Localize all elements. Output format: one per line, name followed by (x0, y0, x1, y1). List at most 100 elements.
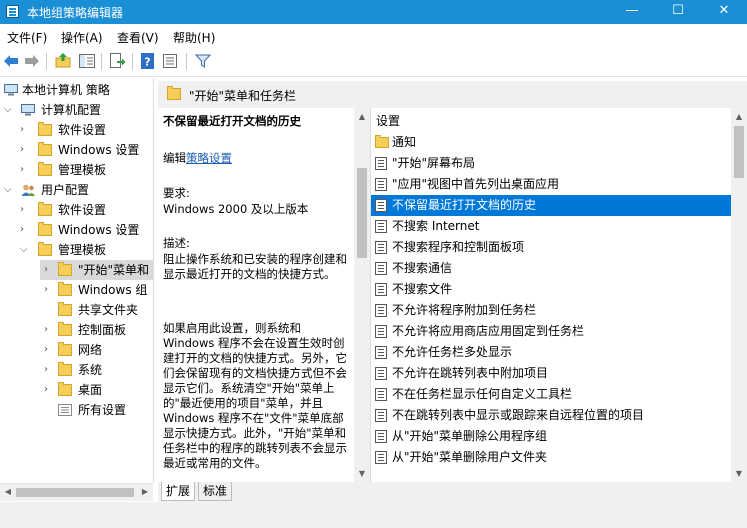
policy-setting-icon (375, 451, 387, 464)
list-item[interactable]: 不允许将程序附加到任务栏 (371, 300, 732, 321)
tree-label: 系统 (78, 363, 103, 377)
tree-pane: 本地计算机 策略 ⌵ 计算机配置 › 软件设置 › Windows 设置 › 管… (0, 78, 154, 483)
properties-icon[interactable] (161, 52, 179, 70)
chevron-right-icon[interactable]: › (44, 360, 54, 380)
list-item-label: 不搜索 Internet (392, 219, 480, 233)
tree-horizontal-scrollbar[interactable]: ◀ ▶ (0, 483, 153, 501)
folder-icon (167, 86, 181, 100)
up-folder-icon[interactable] (54, 52, 72, 70)
help-icon[interactable]: ? (139, 52, 157, 70)
list-item[interactable]: 不允许在跳转列表中附加项目 (371, 363, 732, 384)
window-title: 本地组策略编辑器 (27, 6, 124, 20)
tree-label: 计算机配置 (41, 103, 102, 117)
scroll-thumb[interactable] (16, 488, 134, 497)
computer-icon (21, 104, 35, 116)
policy-setting-icon (375, 388, 387, 401)
list-item-label: 不搜索文件 (392, 282, 453, 296)
policy-title: 不保留最近打开文档的历史 (163, 114, 301, 128)
chevron-right-icon[interactable]: › (20, 220, 30, 240)
export-list-icon[interactable] (108, 52, 126, 70)
tree-item-start-menu[interactable]: › "开始"菜单和 (40, 260, 153, 280)
tree-label: 软件设置 (58, 203, 107, 217)
menu-file[interactable]: 文件(F) (7, 29, 47, 46)
list-item[interactable]: 不允许任务栏多处显示 (371, 342, 732, 363)
tree-label: Windows 设置 (58, 223, 140, 237)
user-icon (21, 184, 35, 196)
policy-setting-icon (375, 346, 387, 359)
tree-label: 用户配置 (41, 183, 90, 197)
close-button[interactable]: ✕ (701, 0, 747, 24)
list-item[interactable]: 不搜索 Internet (371, 216, 732, 237)
edit-prefix: 编辑 (163, 151, 186, 165)
chevron-right-icon[interactable]: › (44, 340, 54, 360)
folder-icon (38, 222, 52, 236)
menu-action[interactable]: 操作(A) (61, 29, 103, 46)
scroll-thumb[interactable] (734, 126, 744, 178)
settings-list: ˄ 设置 通知 "开始"屏幕布局 "应用"视图中首先列出桌面应用 不保留最近打开… (370, 108, 732, 482)
list-item-folder[interactable]: 通知 (371, 132, 732, 153)
scroll-down-icon[interactable]: ▼ (731, 469, 747, 478)
filter-icon[interactable] (194, 52, 212, 70)
list-item[interactable]: 从"开始"菜单删除公用程序组 (371, 426, 732, 447)
list-item[interactable]: 不在任务栏显示任何自定义工具栏 (371, 384, 732, 405)
scroll-thumb[interactable] (357, 168, 367, 258)
menu-view[interactable]: 查看(V) (117, 29, 159, 46)
list-item[interactable]: 不搜索通信 (371, 258, 732, 279)
column-header-label: 设置 (376, 114, 401, 128)
list-item-label: 不在跳转列表中显示或跟踪来自远程位置的项目 (392, 408, 645, 422)
tree-label: Windows 组 (78, 283, 148, 297)
tab-standard[interactable]: 标准 (198, 482, 233, 501)
chevron-right-icon[interactable]: › (20, 140, 30, 160)
policy-setting-icon (375, 241, 387, 254)
tab-extended[interactable]: 扩展 (161, 482, 196, 501)
chevron-down-icon[interactable]: ⌵ (4, 100, 14, 120)
list-scrollbar[interactable]: ▲ ▼ (731, 108, 747, 482)
chevron-right-icon[interactable]: › (44, 280, 54, 300)
forward-arrow-icon[interactable] (23, 52, 41, 70)
scroll-down-icon[interactable]: ▼ (354, 469, 370, 478)
folder-icon (58, 302, 72, 316)
scroll-left-icon[interactable]: ◀ (0, 487, 16, 496)
chevron-right-icon[interactable]: › (20, 120, 30, 140)
chevron-down-icon[interactable]: ⌵ (20, 240, 30, 260)
show-hide-tree-icon[interactable] (78, 52, 96, 70)
edit-policy-link[interactable]: 策略设置 (186, 151, 232, 165)
maximize-button[interactable]: ☐ (655, 0, 701, 24)
chevron-right-icon[interactable]: › (44, 380, 54, 400)
folder-icon (58, 382, 72, 396)
back-arrow-icon[interactable] (2, 52, 20, 70)
all-settings-icon (58, 404, 72, 416)
chevron-right-icon[interactable]: › (44, 260, 54, 280)
list-item-selected[interactable]: 不保留最近打开文档的历史 (371, 195, 732, 216)
list-item-label: 不允许在跳转列表中附加项目 (392, 366, 549, 380)
list-item[interactable]: "应用"视图中首先列出桌面应用 (371, 174, 732, 195)
list-item[interactable]: 不在跳转列表中显示或跟踪来自远程位置的项目 (371, 405, 732, 426)
scroll-right-icon[interactable]: ▶ (137, 487, 153, 496)
folder-icon (38, 202, 52, 216)
list-item[interactable]: 不允许将应用商店应用固定到任务栏 (371, 321, 732, 342)
requirements-label: 要求: (163, 186, 190, 200)
scroll-up-icon[interactable]: ▲ (731, 112, 747, 121)
chevron-right-icon[interactable]: › (20, 160, 30, 180)
chevron-right-icon[interactable]: › (44, 320, 54, 340)
chevron-right-icon[interactable]: › (20, 200, 30, 220)
list-item[interactable]: "开始"屏幕布局 (371, 153, 732, 174)
description-scrollbar[interactable]: ▲ ▼ (354, 108, 370, 482)
description-label: 描述: (163, 236, 190, 250)
column-header-setting[interactable]: ˄ 设置 (371, 108, 732, 132)
list-item-label: 不搜索程序和控制面板项 (392, 240, 525, 254)
scroll-up-icon[interactable]: ▲ (354, 112, 370, 121)
list-item[interactable]: 不搜索程序和控制面板项 (371, 237, 732, 258)
chevron-down-icon[interactable]: ⌵ (4, 180, 14, 200)
policy-computer-icon (4, 84, 18, 96)
policy-setting-icon (375, 304, 387, 317)
list-item-label: 不在任务栏显示任何自定义工具栏 (392, 387, 573, 401)
menu-help[interactable]: 帮助(H) (173, 29, 215, 46)
list-item-label: "应用"视图中首先列出桌面应用 (392, 177, 560, 191)
minimize-button[interactable]: — (609, 0, 655, 24)
edit-line: 编辑策略设置 (163, 151, 348, 166)
list-item[interactable]: 不搜索文件 (371, 279, 732, 300)
list-item[interactable]: 从"开始"菜单删除用户文件夹 (371, 447, 732, 468)
folder-icon (38, 242, 52, 256)
view-tabs: 扩展 标准 (158, 482, 747, 502)
